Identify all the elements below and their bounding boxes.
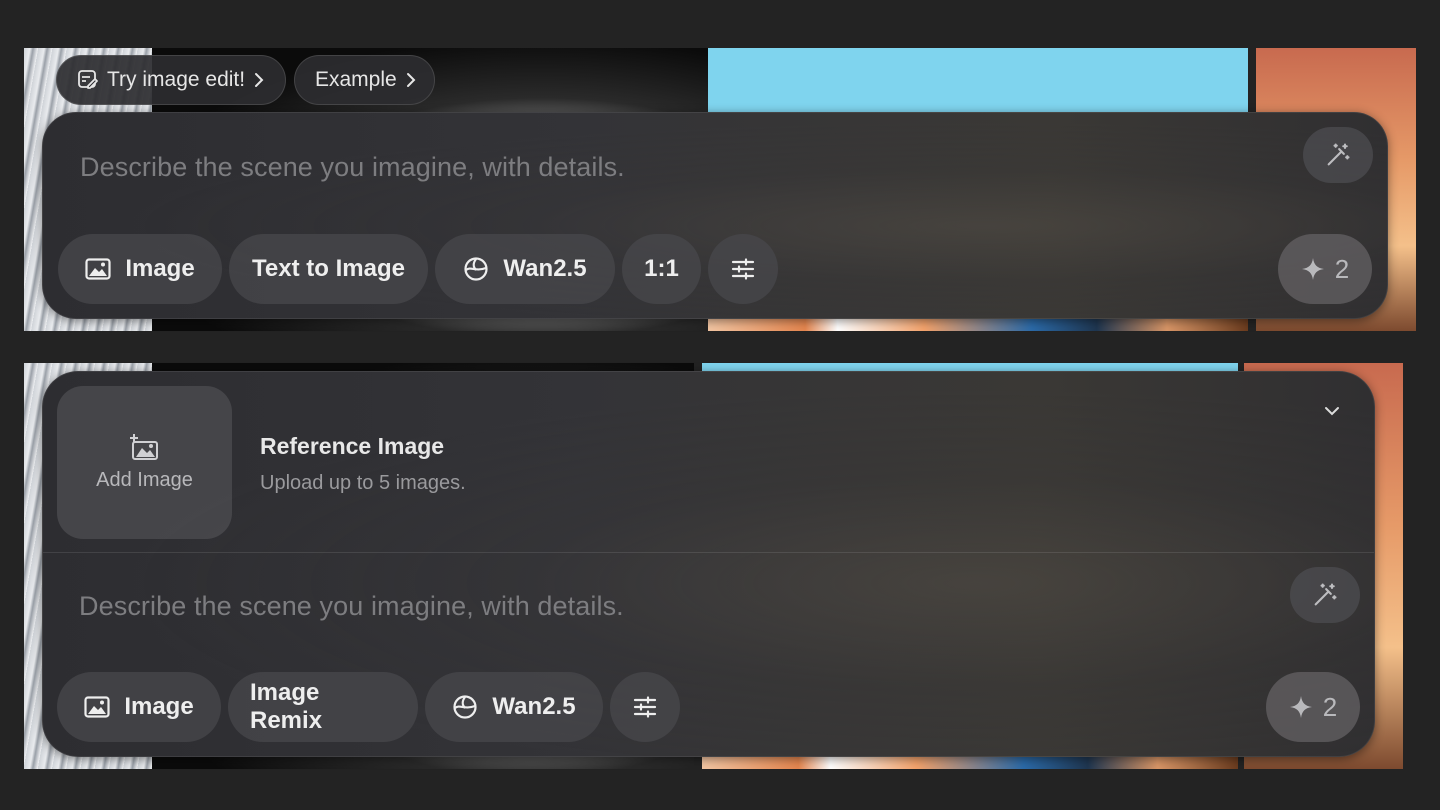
screen: Describe the scene you imagine, with det… — [0, 0, 1440, 810]
sliders-icon — [633, 696, 657, 718]
magic-wand-icon — [1314, 583, 1337, 606]
sparkle-icon — [1301, 258, 1324, 280]
credit-cost: 2 — [1322, 691, 1338, 722]
model-label: Wan2.5 — [492, 693, 576, 720]
section-divider — [43, 552, 1374, 553]
prompt-input[interactable]: Describe the scene you imagine, with det… — [80, 152, 625, 183]
prompt-input[interactable]: Describe the scene you imagine, with det… — [79, 591, 624, 622]
model-select-button[interactable]: Wan2.5 — [425, 672, 603, 742]
add-image-icon — [129, 434, 158, 460]
sparkle-icon — [1289, 696, 1312, 718]
chevron-down-icon — [1325, 407, 1339, 416]
task-label: Image Remix — [250, 679, 323, 734]
credit-cost: 2 — [1334, 253, 1350, 284]
enhance-prompt-button[interactable] — [1290, 567, 1360, 623]
magic-wand-icon — [1327, 143, 1350, 166]
enhance-prompt-button[interactable] — [1303, 127, 1373, 183]
add-image-button[interactable]: Add Image — [57, 386, 232, 539]
task-image-remix-button[interactable]: Image Remix — [228, 672, 418, 742]
task-label: Text to Image — [252, 255, 405, 282]
edit-image-icon — [78, 70, 98, 89]
generate-button[interactable]: 2 — [1278, 234, 1372, 304]
prompt-panel-image-remix: Add Image Reference Image Upload up to 5… — [42, 371, 1375, 757]
task-text-to-image-button[interactable]: Text to Image — [229, 234, 428, 304]
mode-label: Image — [124, 693, 194, 720]
mode-image-button[interactable]: Image — [58, 234, 222, 304]
image-icon — [84, 696, 110, 718]
globe-model-icon — [453, 695, 478, 719]
image-icon — [85, 258, 111, 280]
reference-image-title: Reference Image — [260, 433, 445, 459]
example-button[interactable]: Example — [294, 55, 435, 105]
model-label: Wan2.5 — [503, 255, 587, 282]
mode-image-button[interactable]: Image — [57, 672, 221, 742]
mode-label: Image — [125, 255, 195, 282]
collapse-reference-button[interactable] — [1324, 404, 1340, 422]
model-select-button[interactable]: Wan2.5 — [435, 234, 615, 304]
try-image-edit-label: Try image edit! — [107, 68, 246, 91]
example-label: Example — [315, 68, 397, 91]
reference-image-subtitle: Upload up to 5 images. — [260, 472, 466, 494]
try-image-edit-button[interactable]: Try image edit! — [56, 55, 286, 105]
globe-model-icon — [464, 257, 489, 281]
settings-button[interactable] — [610, 672, 680, 742]
chevron-right-icon — [255, 73, 264, 87]
aspect-ratio-button[interactable]: 1:1 — [622, 234, 701, 304]
aspect-ratio-label: 1:1 — [644, 255, 679, 282]
prompt-panel-text-to-image: Describe the scene you imagine, with det… — [42, 112, 1388, 319]
generate-button[interactable]: 2 — [1266, 672, 1360, 742]
settings-button[interactable] — [708, 234, 778, 304]
add-image-label: Add Image — [96, 469, 193, 491]
sliders-icon — [731, 258, 755, 280]
chevron-right-icon — [406, 73, 416, 87]
